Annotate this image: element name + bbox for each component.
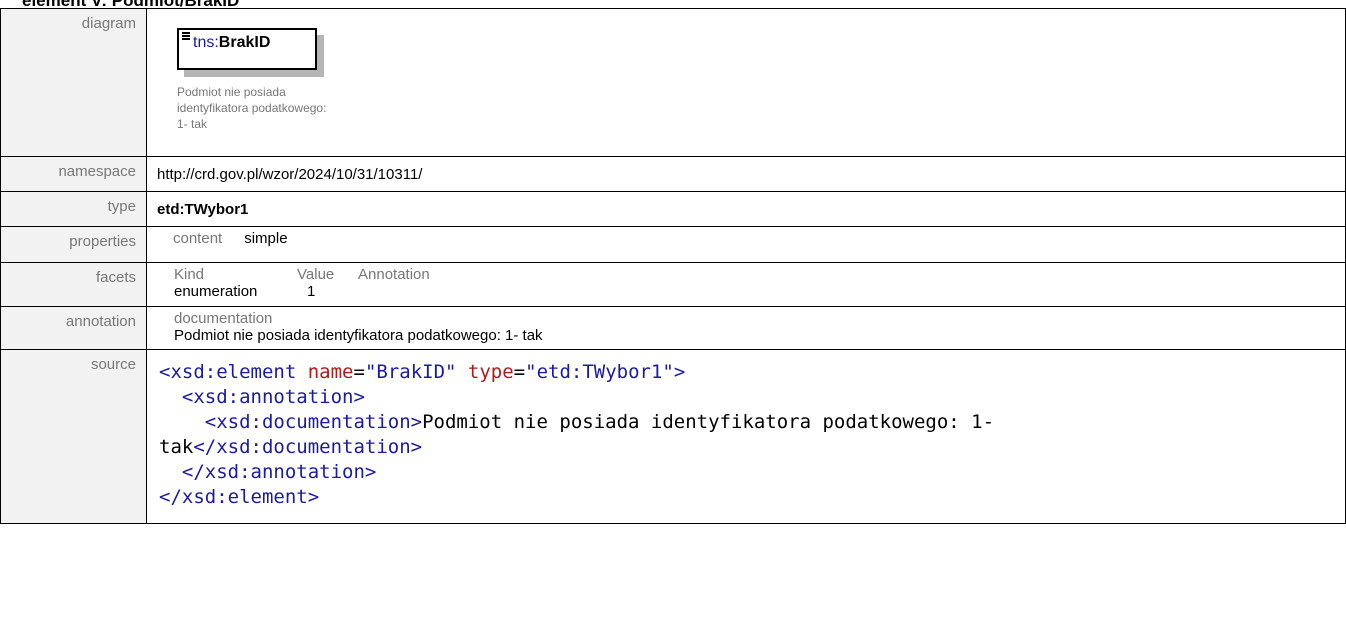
diagram-row: diagram tns:BrakID Podmiot nie posiada i…	[0, 8, 1346, 157]
namespace-label-cell: namespace	[0, 156, 147, 192]
annotation-key: documentation	[174, 310, 273, 327]
type-row: type etd:TWybor1	[0, 191, 1346, 227]
facets-label: facets	[95, 269, 136, 286]
code-annotation-open: <xsd:annotation>	[181, 386, 365, 408]
code-documentation-text: Podmiot nie posiada identyfikatora podat…	[422, 411, 995, 433]
namespace-value: http://crd.gov.pl/wzor/2024/10/31/10311/	[157, 166, 423, 183]
element-prefix: tns:	[193, 34, 219, 51]
facets-header-annotation: Annotation	[358, 266, 430, 283]
properties-label: properties	[69, 233, 136, 250]
annotation-label: annotation	[65, 313, 136, 330]
diagram-annotation-line: Podmiot nie posiada	[177, 85, 286, 99]
facets-header: Kind Value Annotation	[174, 266, 1345, 283]
diagram-label-cell: diagram	[0, 8, 147, 157]
properties-label-cell: properties	[0, 226, 147, 263]
diagram-annotation-line: 1- tak	[177, 117, 208, 131]
code-annotation-close: </xsd:annotation>	[181, 461, 377, 483]
code-documentation-close: </xsd:documentation>	[193, 436, 423, 458]
code-attr-name: name	[307, 361, 354, 383]
annotation-text: Podmiot nie posiada identyfikatora podat…	[174, 327, 543, 344]
type-link[interactable]: etd:TWybor1	[147, 192, 1345, 218]
code-tag-close: >	[673, 361, 686, 383]
source-code: <xsd:element name="BrakID" type="etd:TWy…	[147, 350, 1345, 510]
schema-diagram: tns:BrakID Podmiot nie posiada identyfik…	[147, 9, 1345, 156]
code-equals: =	[513, 361, 526, 383]
source-label: source	[90, 356, 136, 373]
diagram-cell: tns:BrakID Podmiot nie posiada identyfik…	[146, 8, 1346, 157]
properties-row: properties content simple	[0, 226, 1346, 263]
properties-content: content simple	[147, 227, 1345, 247]
type-label: type	[107, 198, 136, 215]
diagram-annotation-line: identyfikatora podatkowego:	[177, 101, 327, 115]
element-box[interactable]: tns:BrakID	[177, 28, 317, 70]
facets-row-item: enumeration 1	[174, 283, 1345, 300]
facets-row: facets Kind Value Annotation enumeration…	[0, 262, 1346, 307]
namespace-label: namespace	[58, 163, 136, 180]
element-name: tns:BrakID	[193, 34, 270, 52]
facets-header-value: Value	[297, 266, 335, 283]
facet-value: 1	[307, 283, 316, 300]
facet-kind: enumeration	[174, 283, 258, 300]
facets-header-kind: Kind	[174, 266, 205, 283]
source-row: source <xsd:element name="BrakID" type="…	[0, 349, 1346, 524]
code-documentation-open: <xsd:documentation>	[204, 411, 423, 433]
code-attr-value: "etd:TWybor1"	[525, 361, 674, 383]
properties-value: simple	[244, 230, 288, 247]
code-attr-value: "BrakID"	[364, 361, 457, 383]
properties-key: content	[173, 230, 223, 247]
source-label-cell: source	[0, 349, 147, 524]
annotation-row: annotation documentation Podmiot nie pos…	[0, 306, 1346, 350]
diagram-label: diagram	[81, 15, 136, 32]
annotation-label-cell: annotation	[0, 306, 147, 350]
code-tag: <xsd:element	[159, 361, 308, 383]
element-icon	[182, 32, 190, 41]
code-attr-type: type	[467, 361, 514, 383]
code-element-close: </xsd:element>	[159, 486, 320, 508]
diagram-annotation: Podmiot nie posiada identyfikatora podat…	[177, 84, 417, 132]
element-local-name: BrakID	[218, 34, 271, 51]
annotation-content: documentation Podmiot nie posiada identy…	[147, 307, 1345, 344]
facets-table: Kind Value Annotation enumeration 1	[147, 263, 1345, 300]
code-equals: =	[353, 361, 365, 383]
facets-label-cell: facets	[0, 262, 147, 307]
namespace-row: namespace http://crd.gov.pl/wzor/2024/10…	[0, 156, 1346, 192]
type-label-cell: type	[0, 191, 147, 227]
code-documentation-text-cont: tak	[159, 436, 194, 458]
element-doc-table: diagram tns:BrakID Podmiot nie posiada i…	[0, 8, 1346, 524]
